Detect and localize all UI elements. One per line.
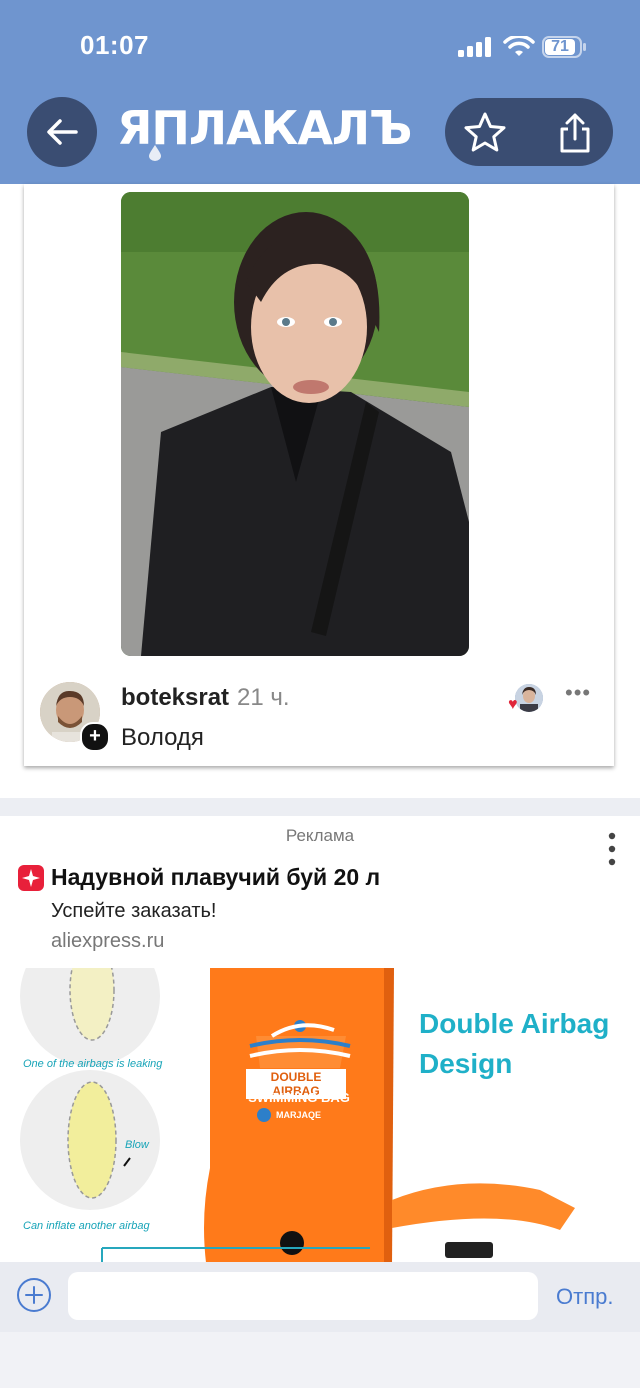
post-more-button[interactable]: ••• <box>565 680 595 710</box>
section-divider <box>0 798 640 816</box>
ad-subtitle: Успейте заказать! <box>51 900 217 922</box>
favorite-button[interactable] <box>455 103 515 163</box>
battery-percent: 71 <box>551 38 569 55</box>
liker-avatar[interactable] <box>515 684 543 712</box>
arrow-left-icon <box>47 119 78 145</box>
follow-button[interactable]: + <box>80 722 110 752</box>
back-button[interactable] <box>27 97 97 167</box>
message-input[interactable] <box>68 1272 538 1320</box>
share-button[interactable] <box>545 103 605 163</box>
bag-brand: MARJAQE <box>276 1110 322 1120</box>
share-icon <box>560 113 590 153</box>
post-caption: Володя <box>121 724 204 751</box>
ad-caption-blow: Blow <box>125 1139 149 1151</box>
ad-headline-line1: Double Airbag <box>419 1008 610 1039</box>
heart-icon: ♥ <box>508 696 518 713</box>
aliexpress-logo-icon <box>18 865 44 891</box>
ad-domain[interactable]: aliexpress.ru <box>51 930 164 953</box>
add-attachment-button[interactable] <box>17 1278 51 1312</box>
wifi-icon <box>503 36 535 56</box>
selfie-image <box>121 192 469 656</box>
ad-title[interactable]: Надувной плавучий буй 20 л <box>51 864 380 891</box>
post-photo[interactable] <box>121 192 469 656</box>
ad-more-icon[interactable] <box>600 830 624 870</box>
liker-avatar-image <box>515 684 543 712</box>
status-time: 01:07 <box>80 30 149 60</box>
star-icon <box>464 112 506 152</box>
post-time: 21 ч. <box>237 684 290 711</box>
ad-image-headline: Double Airbag Design <box>419 1004 609 1084</box>
send-button[interactable]: Отпр. <box>556 1284 613 1310</box>
bag-label-2: SWIMMING BAG <box>248 1090 350 1105</box>
author-username[interactable]: boteksrat <box>121 684 229 712</box>
ad-caption-leaking: One of the airbags is leaking <box>23 1058 163 1070</box>
plus-icon <box>25 1286 43 1304</box>
tear-drop-icon <box>149 145 161 161</box>
ad-headline-line2: Design <box>419 1048 513 1079</box>
ad-label: Реклама <box>285 826 355 845</box>
cellular-signal-icon <box>458 37 491 57</box>
ad-caption-inflate: Can inflate another airbag <box>23 1220 150 1232</box>
